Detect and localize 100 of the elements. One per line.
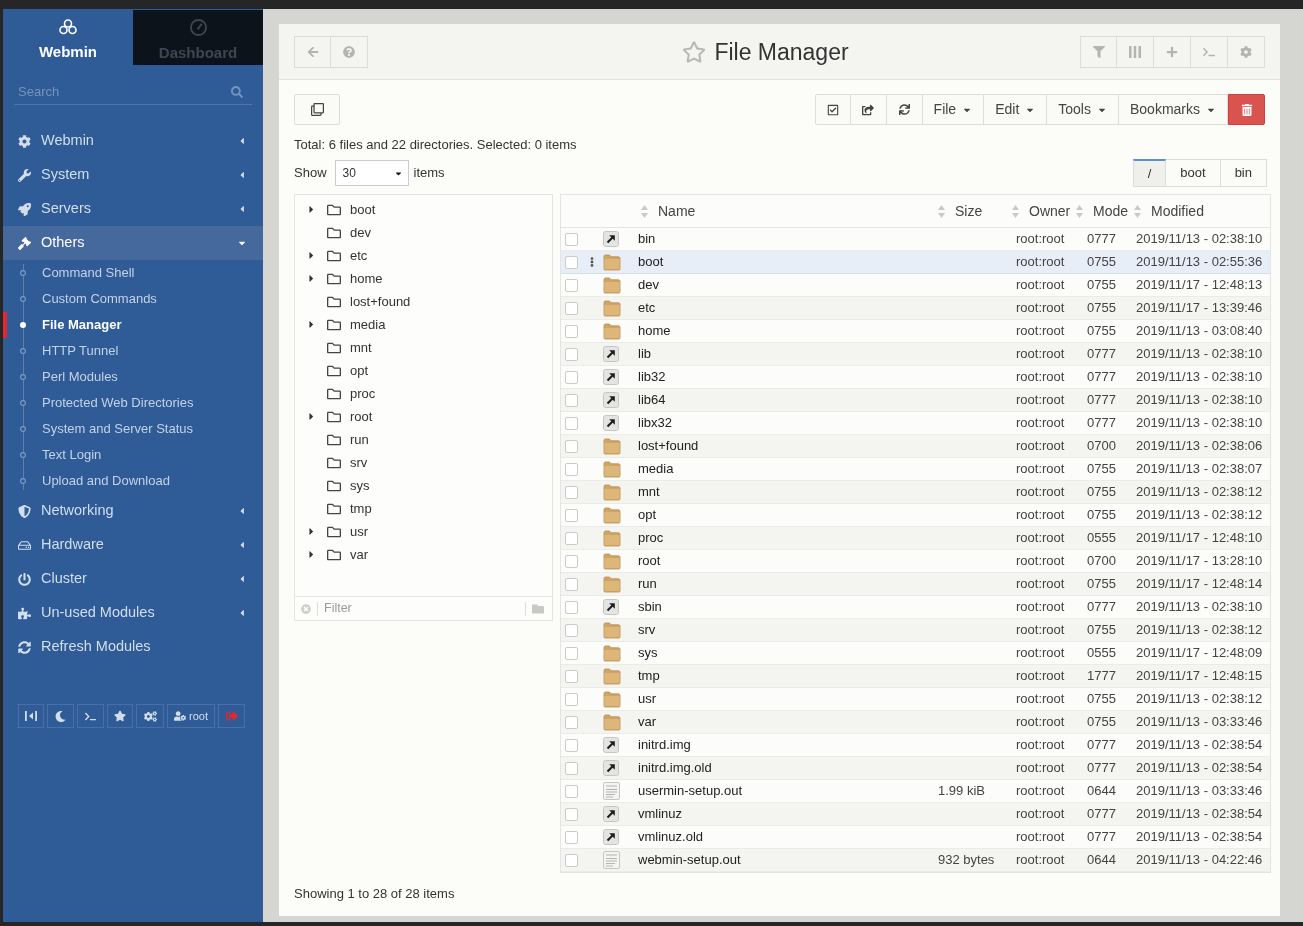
file-name[interactable]: proc (638, 530, 664, 546)
tree-item[interactable]: var (295, 543, 552, 566)
row-checkbox[interactable] (565, 646, 578, 660)
star-icon[interactable] (682, 39, 707, 64)
favorites-button[interactable] (107, 704, 133, 728)
row-checkbox[interactable] (565, 715, 578, 729)
row-checkbox[interactable] (565, 577, 578, 591)
row-checkbox[interactable] (565, 278, 578, 292)
tree-item[interactable]: mnt (295, 336, 552, 359)
row-checkbox[interactable] (565, 255, 578, 269)
menu-item[interactable]: Hardware (3, 528, 263, 562)
table-row[interactable]: webmin-setup.out 932 bytes root:root 0644 2019/11/13 - 04:22:46 (561, 849, 1270, 872)
table-row[interactable]: proc root:root 0555 2019/11/17 - 12:48:10 (561, 527, 1270, 550)
layout-button[interactable] (294, 94, 340, 125)
table-row[interactable]: srv root:root 0755 2019/11/13 - 02:38:12 (561, 619, 1270, 642)
row-checkbox[interactable] (565, 508, 578, 522)
table-row[interactable]: usermin-setup.out 1.99 kiB root:root 0644 2019/11/13 - 03:33:46 (561, 780, 1270, 803)
file-name[interactable]: lost+found (638, 438, 699, 454)
refresh-button[interactable] (886, 94, 923, 125)
folder-icon[interactable] (532, 602, 544, 615)
table-row[interactable]: boot root:root 0755 2019/11/13 - 02:55:36 (561, 251, 1270, 274)
file-name[interactable]: tmp (638, 668, 660, 684)
row-checkbox[interactable] (565, 301, 578, 315)
file-name[interactable]: boot (638, 254, 664, 270)
row-checkbox[interactable] (565, 623, 578, 637)
table-row[interactable]: dev root:root 0755 2019/11/17 - 12:48:13 (561, 274, 1270, 297)
submenu-item[interactable]: Perl Modules (3, 364, 263, 390)
table-row[interactable]: initrd.img root:root 0777 2019/11/13 - 02:38:54 (561, 734, 1270, 757)
file-name[interactable]: sbin (638, 599, 662, 615)
file-name[interactable]: usermin-setup.out (638, 783, 743, 799)
terminal-button[interactable] (77, 704, 104, 728)
menu-item[interactable]: Servers (3, 192, 263, 226)
clear-icon[interactable] (301, 603, 311, 614)
file-name[interactable]: etc (638, 300, 656, 316)
table-row[interactable]: etc root:root 0755 2019/11/17 - 13:39:46 (561, 297, 1270, 320)
table-row[interactable]: vmlinuz root:root 0777 2019/11/13 - 02:38:54 (561, 803, 1270, 826)
tree-item[interactable]: etc (295, 244, 552, 267)
dropdown-button[interactable]: Tools (1047, 94, 1119, 125)
settings-button[interactable] (136, 704, 164, 728)
table-row[interactable]: bin root:root 0777 2019/11/13 - 02:38:10 (561, 228, 1270, 251)
row-checkbox[interactable] (565, 439, 578, 453)
row-checkbox[interactable] (565, 692, 578, 706)
filter-button[interactable] (1080, 35, 1117, 68)
breadcrumb-item[interactable]: boot (1166, 159, 1221, 187)
tree-item[interactable]: home (295, 267, 552, 290)
row-checkbox[interactable] (565, 784, 578, 798)
filter-field[interactable]: Filter (324, 599, 519, 618)
tree-item[interactable]: root (295, 405, 552, 428)
row-checkbox[interactable] (565, 393, 578, 407)
file-name[interactable]: run (638, 576, 657, 592)
night-mode-button[interactable] (47, 704, 74, 728)
page-size-select[interactable]: 30 (334, 160, 409, 186)
file-name[interactable]: lib64 (638, 392, 666, 408)
submenu-item[interactable]: System and Server Status (3, 416, 263, 442)
row-checkbox[interactable] (565, 761, 578, 775)
share-button[interactable] (850, 94, 887, 125)
delete-button[interactable] (1228, 94, 1265, 125)
menu-item[interactable]: Webmin (3, 124, 263, 158)
tree-item[interactable]: dev (295, 221, 552, 244)
column-header[interactable]: Owner (1012, 200, 1076, 222)
file-name[interactable]: srv (638, 622, 656, 638)
table-row[interactable]: mnt root:root 0755 2019/11/13 - 02:38:12 (561, 481, 1270, 504)
file-name[interactable]: media (638, 461, 674, 477)
file-name[interactable]: vmlinuz (638, 806, 683, 822)
columns-button[interactable] (1117, 35, 1154, 68)
menu-item[interactable]: System (3, 158, 263, 192)
table-row[interactable]: opt root:root 0755 2019/11/13 - 02:38:12 (561, 504, 1270, 527)
tree-item[interactable]: run (295, 428, 552, 451)
tree-item[interactable]: tmp (295, 497, 552, 520)
table-row[interactable]: root root:root 0700 2019/11/17 - 13:28:10 (561, 550, 1270, 573)
submenu-item[interactable]: Text Login (3, 442, 263, 468)
table-row[interactable]: var root:root 0755 2019/11/13 - 03:33:46 (561, 711, 1270, 734)
file-name[interactable]: initrd.img (638, 737, 691, 753)
column-header[interactable]: Mode (1076, 200, 1134, 222)
file-name[interactable]: opt (638, 507, 657, 523)
table-row[interactable]: sbin root:root 0777 2019/11/13 - 02:38:10 (561, 596, 1270, 619)
column-header[interactable]: Modified (1134, 200, 1270, 222)
row-checkbox[interactable] (565, 324, 578, 338)
submenu-item[interactable]: Command Shell (3, 260, 263, 286)
file-name[interactable]: libx32 (638, 415, 672, 431)
table-row[interactable]: initrd.img.old root:root 0777 2019/11/13 - 02:38:54 (561, 757, 1270, 780)
row-checkbox[interactable] (565, 669, 578, 683)
menu-item[interactable]: Others (3, 226, 263, 260)
file-name[interactable]: dev (638, 277, 659, 293)
row-checkbox[interactable] (565, 807, 578, 821)
file-name[interactable]: root (638, 553, 661, 569)
table-row[interactable]: lost+found root:root 0700 2019/11/13 - 02:38:06 (561, 435, 1270, 458)
file-name[interactable]: webmin-setup.out (638, 852, 741, 868)
dropdown-button[interactable]: Edit (984, 94, 1048, 125)
file-name[interactable]: mnt (638, 484, 660, 500)
row-checkbox[interactable] (565, 485, 578, 499)
tree-item[interactable]: lost+found (295, 290, 552, 313)
row-checkbox[interactable] (565, 738, 578, 752)
submenu-item[interactable]: HTTP Tunnel (3, 338, 263, 364)
row-checkbox[interactable] (565, 232, 578, 246)
search-icon[interactable] (231, 86, 243, 98)
menu-item[interactable]: Refresh Modules (3, 630, 263, 664)
submenu-item[interactable]: Protected Web Directories (3, 390, 263, 416)
table-row[interactable]: lib32 root:root 0777 2019/11/13 - 02:38:10 (561, 366, 1270, 389)
new-button[interactable] (1154, 35, 1191, 68)
